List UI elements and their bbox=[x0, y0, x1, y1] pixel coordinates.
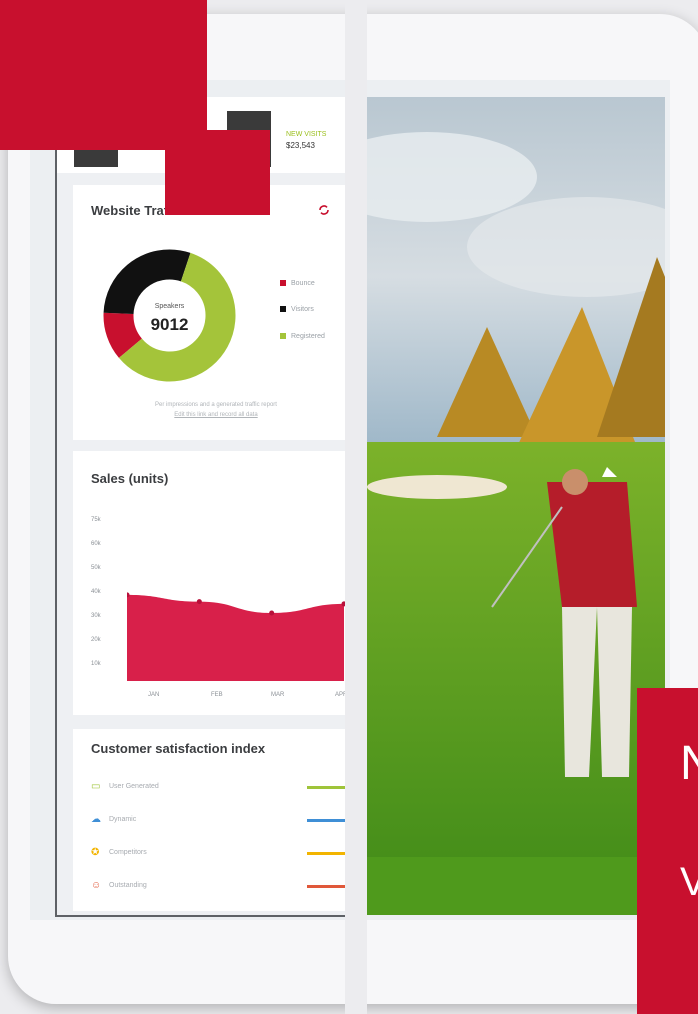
y-tick: 40k bbox=[91, 589, 101, 595]
y-tick: 50k bbox=[91, 565, 101, 571]
legend-item: Visitors bbox=[280, 306, 314, 313]
customer-satisfaction-card: Customer satisfaction index ▭ User Gener… bbox=[73, 729, 348, 911]
y-tick: 20k bbox=[91, 637, 101, 643]
csi-label: Dynamic bbox=[109, 816, 137, 823]
smile-icon: ☺ bbox=[91, 880, 102, 891]
badge-icon: ✪ bbox=[91, 847, 100, 858]
csi-label: User Generated bbox=[109, 783, 159, 790]
card-title: Customer satisfaction index bbox=[91, 741, 266, 756]
csi-row: ☺ Outstanding bbox=[91, 880, 348, 894]
stat-value: $23,543 bbox=[286, 141, 315, 150]
sales-area-series bbox=[127, 594, 344, 681]
divider-strip bbox=[345, 0, 367, 1014]
card-title: Sales (units) bbox=[91, 471, 169, 486]
y-tick: 10k bbox=[91, 661, 101, 667]
overlay-heading-letter: V bbox=[680, 860, 698, 904]
refresh-icon[interactable] bbox=[317, 203, 331, 217]
csi-bar bbox=[307, 819, 348, 822]
golf-scene-illustration bbox=[367, 97, 665, 915]
csi-row: ☁ Dynamic bbox=[91, 814, 348, 828]
legend-label: Bounce bbox=[291, 280, 315, 287]
sales-area-chart bbox=[127, 592, 347, 681]
csi-bar bbox=[307, 786, 348, 789]
legend-item: Registered bbox=[280, 333, 325, 340]
csi-bar bbox=[307, 885, 348, 888]
traffic-caption-link[interactable]: Edit this link and record all data bbox=[101, 411, 331, 420]
legend-label: Visitors bbox=[291, 306, 314, 313]
x-tick: JAN bbox=[148, 692, 160, 698]
cloud-icon: ☁ bbox=[91, 814, 101, 825]
x-tick: MAR bbox=[271, 692, 285, 698]
traffic-caption: Per impressions and a generated traffic … bbox=[155, 402, 277, 408]
y-tick: 75k bbox=[91, 517, 101, 523]
sales-data-point bbox=[269, 610, 275, 616]
sales-card: Sales (units) 75k 60k 50k 40k 30k 20k 10… bbox=[73, 451, 348, 715]
stat-label: NEW VISITS bbox=[286, 131, 327, 138]
csi-label: Outstanding bbox=[109, 882, 147, 889]
brand-corner-block bbox=[165, 130, 270, 215]
legend-swatch bbox=[280, 280, 286, 287]
legend-swatch bbox=[280, 333, 286, 340]
golf-photo bbox=[367, 97, 665, 915]
csi-bar bbox=[307, 852, 348, 855]
csi-row: ▭ User Generated bbox=[91, 781, 348, 795]
brand-corner-block bbox=[0, 0, 207, 150]
legend-item: Bounce bbox=[280, 280, 315, 287]
legend-label: Registered bbox=[291, 333, 325, 340]
donut-center-value: 9012 bbox=[150, 315, 189, 334]
csi-label: Competitors bbox=[109, 849, 147, 856]
sales-data-point bbox=[196, 599, 202, 605]
dashboard-panel: NEW VISITS $23,543 Website Traffic Speak… bbox=[55, 97, 348, 917]
website-traffic-card: Website Traffic Speakers 9012 Bounce Vis… bbox=[73, 185, 348, 440]
legend-swatch bbox=[280, 306, 286, 313]
y-tick: 60k bbox=[91, 541, 101, 547]
donut-center-label: Speakers bbox=[154, 303, 185, 310]
monitor-icon: ▭ bbox=[91, 781, 101, 792]
x-tick: FEB bbox=[211, 692, 223, 698]
overlay-heading-letter: N bbox=[680, 737, 698, 790]
y-tick: 30k bbox=[91, 613, 101, 619]
csi-row: ✪ Competitors bbox=[91, 847, 348, 861]
